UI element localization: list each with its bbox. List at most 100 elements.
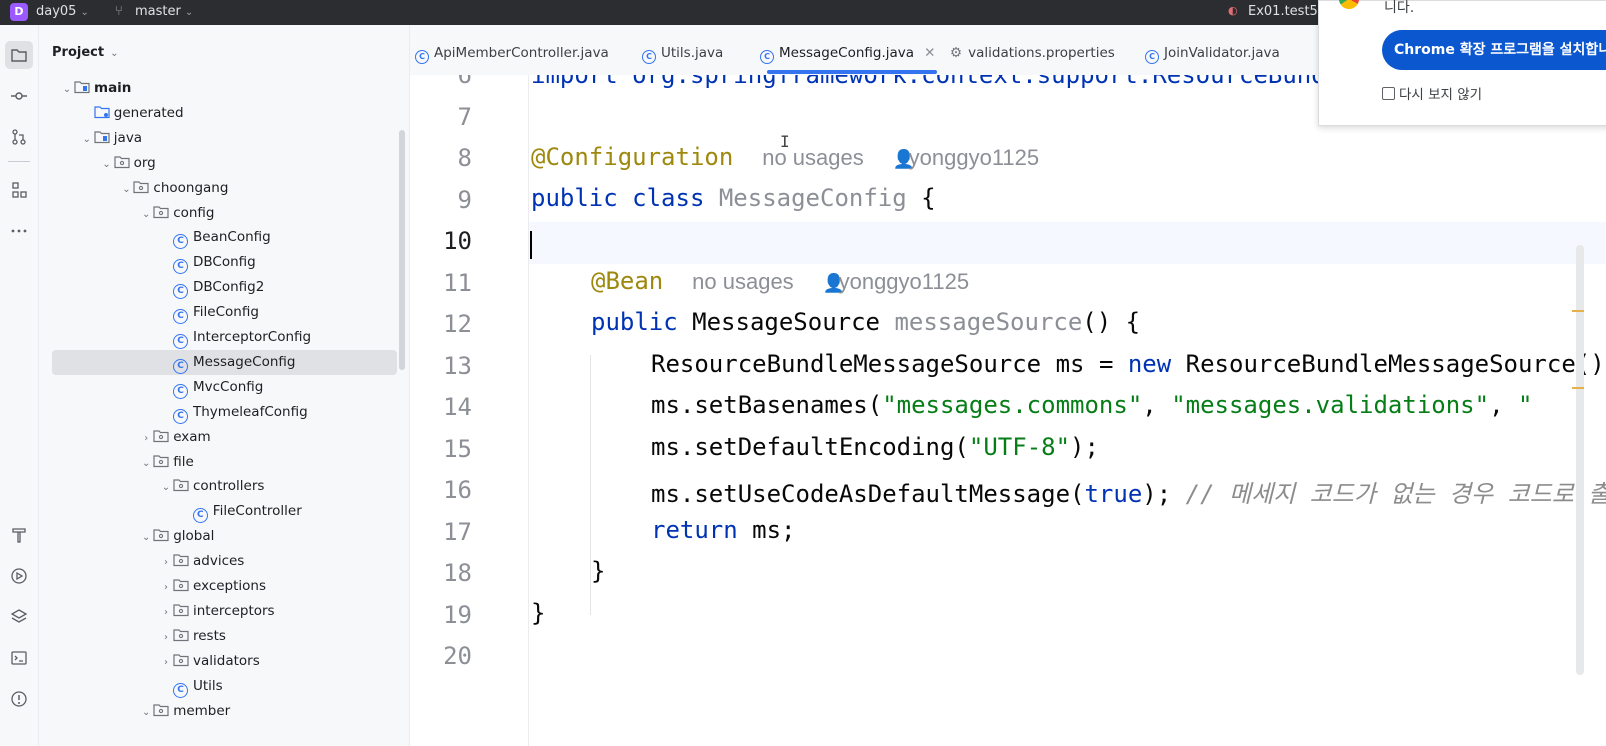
author-hint[interactable]: 👤yonggyo1125 (893, 145, 1040, 170)
tree-item-label: advices (193, 553, 245, 570)
tree-item-exceptions[interactable]: › exceptions (52, 574, 397, 599)
code-text: ms = (1041, 350, 1128, 378)
chevron-down-icon[interactable]: ⌄ (139, 202, 153, 227)
chevron-down-icon[interactable]: ⌄ (119, 177, 133, 202)
chevron-down-icon[interactable]: ⌄ (159, 475, 173, 500)
chevron-right-icon[interactable]: › (139, 426, 153, 451)
chevron-right-icon[interactable]: › (159, 625, 173, 650)
package-icon (153, 703, 169, 716)
tree-item-main[interactable]: ⌄ main (52, 76, 397, 101)
chevron-down-icon[interactable]: ⌄ (139, 525, 153, 550)
chevron-right-icon[interactable]: › (159, 550, 173, 575)
keyword: class (632, 184, 705, 212)
type-name: ResourceBundleMessageSource (651, 350, 1042, 378)
project-switcher[interactable]: day05 ⌄ (36, 4, 89, 19)
commit-tool-icon[interactable] (5, 82, 33, 110)
chevron-right-icon[interactable]: › (159, 575, 173, 600)
method-name: messageSource (894, 308, 1083, 336)
project-panel-title: Project (52, 45, 105, 60)
tree-item-label: choongang (153, 179, 229, 196)
close-icon[interactable]: ✕ (924, 45, 935, 61)
chevron-right-icon[interactable]: › (159, 600, 173, 625)
tab-message-config[interactable]: C MessageConfig.java ✕ (760, 45, 935, 64)
code-text: ); (1142, 480, 1186, 508)
project-panel-header[interactable]: Project ⌄ (52, 45, 118, 60)
line-number: 10 (443, 227, 472, 255)
tree-item-mvcconfig[interactable]: C MvcConfig (52, 375, 397, 400)
tab-label: MessageConfig.java (779, 45, 915, 61)
tree-item-controllers[interactable]: ⌄ controllers (52, 474, 397, 499)
chevron-down-icon[interactable]: ⌄ (60, 77, 74, 102)
tree-item-label: DBConfig2 (193, 279, 265, 296)
tab-validations-properties[interactable]: ⚙ validations.properties (950, 45, 1115, 61)
project-badge[interactable]: D (10, 3, 28, 21)
tree-item-advices[interactable]: › advices (52, 549, 397, 574)
author-hint[interactable]: 👤yonggyo1125 (823, 269, 970, 294)
tree-item-validators[interactable]: › validators (52, 649, 397, 674)
dont-show-again-option[interactable]: 다시 보지 않기 (1382, 83, 1482, 103)
run-configuration[interactable]: ◐ Ex01.test5 (1228, 4, 1318, 19)
structure-tool-icon[interactable] (5, 176, 33, 204)
tab-api-member-controller[interactable]: C ApiMemberController.java (415, 45, 609, 64)
tree-item-thymeleafconfig[interactable]: C ThymeleafConfig (52, 400, 397, 425)
tree-item-label: Utils (193, 677, 223, 694)
more-tools-icon[interactable] (5, 217, 33, 245)
chevron-down-icon[interactable]: ⌄ (100, 152, 114, 177)
tree-item-rests[interactable]: › rests (52, 624, 397, 649)
tree-item-member[interactable]: ⌄ member (52, 699, 397, 724)
tree-item-label: controllers (193, 478, 265, 495)
chevron-down-icon[interactable]: ⌄ (80, 127, 94, 152)
tree-item-file[interactable]: ⌄ file (52, 450, 397, 475)
tab-join-validator[interactable]: C JoinValidator.java (1145, 45, 1280, 64)
tree-item-messageconfig[interactable]: C MessageConfig (52, 349, 397, 375)
install-extension-button[interactable]: Chrome 확장 프로그램을 설치합니다 (1382, 30, 1606, 70)
usages-hint[interactable]: no usages (692, 269, 794, 294)
tree-item-filecontroller[interactable]: C FileController (52, 499, 397, 524)
class-icon: C (415, 50, 429, 64)
tree-item-java[interactable]: ⌄ java (52, 126, 397, 151)
tree-item-config[interactable]: ⌄ config (52, 201, 397, 226)
class-icon: C (173, 408, 188, 424)
chevron-down-icon[interactable]: ⌄ (139, 451, 153, 476)
tree-item-utils[interactable]: C Utils (52, 674, 397, 699)
line-number: 12 (443, 310, 472, 338)
tree-item-dbconfig2[interactable]: C DBConfig2 (52, 275, 397, 300)
tree-item-org[interactable]: ⌄ org (52, 151, 397, 176)
tree-item-fileconfig[interactable]: C FileConfig (52, 300, 397, 325)
code-text: , (1142, 391, 1172, 419)
branch-switcher[interactable]: ⑂ master ⌄ (115, 4, 193, 19)
tree-item-beanconfig[interactable]: C BeanConfig (52, 225, 397, 250)
chevron-down-icon: ⌄ (184, 7, 194, 18)
run-tool-icon[interactable] (5, 562, 33, 590)
tree-item-dbconfig[interactable]: C DBConfig (52, 250, 397, 275)
tab-utils[interactable]: C Utils.java (642, 45, 723, 64)
warning-marker[interactable] (1572, 387, 1584, 389)
tree-item-generated[interactable]: generated (52, 101, 397, 126)
chevron-down-icon[interactable]: ⌄ (139, 700, 153, 725)
package-icon (133, 180, 149, 193)
author-name: yonggyo1125 (838, 269, 970, 294)
class-icon: C (173, 383, 188, 399)
warning-marker[interactable] (1572, 310, 1584, 312)
code-editor[interactable]: 6 7 8 9 10 11 12 13 14 15 16 17 18 19 20 import org.sp… (410, 75, 1606, 746)
project-tool-icon[interactable] (5, 41, 33, 69)
code-line-16: ms.setUseCodeAsDefaultMessage(true); // … (651, 474, 1606, 509)
tree-item-interceptors[interactable]: › interceptors (52, 599, 397, 624)
line-number-gutter: 6 7 8 9 10 11 12 13 14 15 16 17 18 19 20 (410, 75, 529, 746)
tree-item-interceptorconfig[interactable]: C InterceptorConfig (52, 325, 397, 350)
build-tool-icon[interactable] (5, 521, 33, 549)
tree-item-choongang[interactable]: ⌄ choongang (52, 176, 397, 201)
project-scrollbar[interactable] (399, 130, 405, 370)
usages-hint[interactable]: no usages (762, 145, 864, 170)
package-icon (173, 579, 189, 592)
checkbox[interactable] (1382, 87, 1395, 100)
tree-item-label: MessageConfig (193, 353, 296, 370)
problems-tool-icon[interactable] (5, 685, 33, 713)
pull-requests-tool-icon[interactable] (5, 123, 33, 151)
tree-item-global[interactable]: ⌄ global (52, 524, 397, 549)
line-number: 7 (457, 102, 472, 131)
layers-tool-icon[interactable] (5, 603, 33, 631)
chevron-right-icon[interactable]: › (159, 650, 173, 675)
terminal-tool-icon[interactable] (5, 644, 33, 672)
tree-item-exam[interactable]: › exam (52, 425, 397, 450)
